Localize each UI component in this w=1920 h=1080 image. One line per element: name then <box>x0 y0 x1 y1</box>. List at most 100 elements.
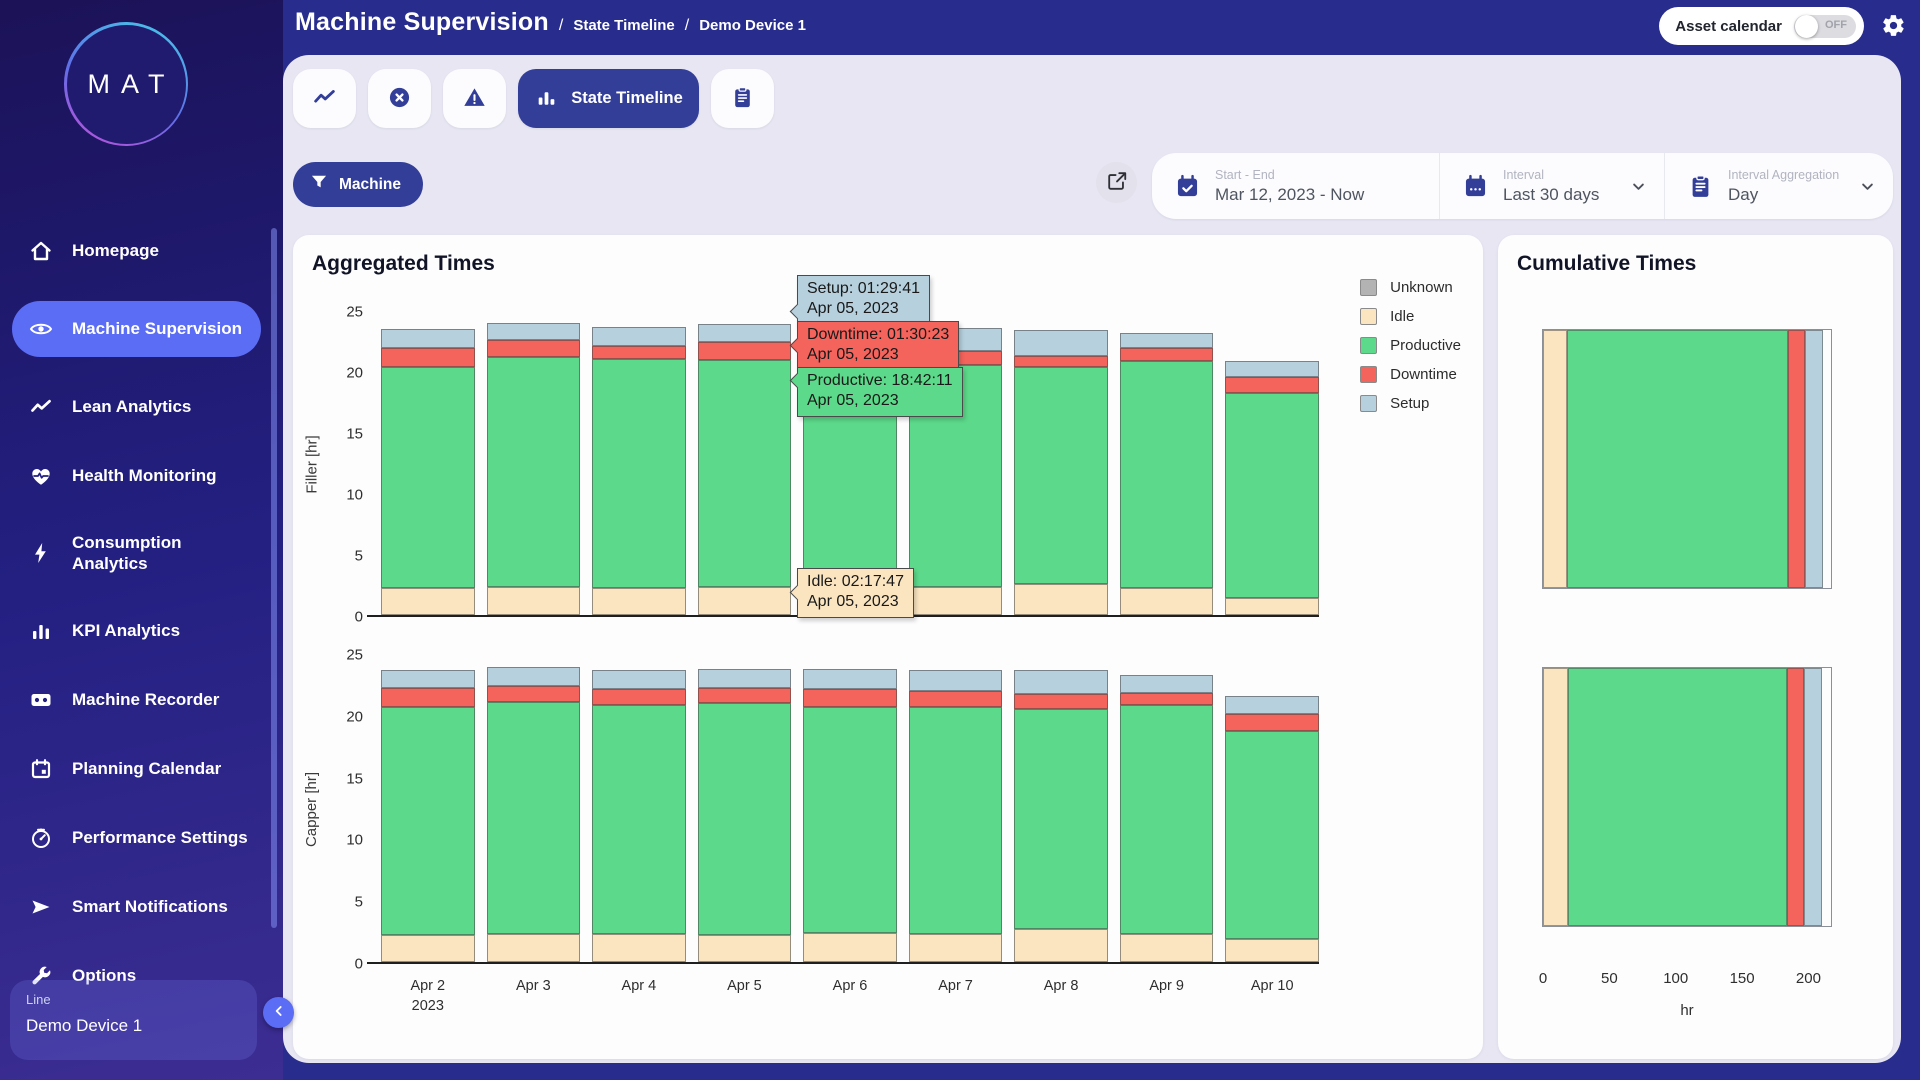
interval-label: Interval <box>1503 168 1615 182</box>
segment-idle <box>381 588 475 615</box>
segment-idle <box>1014 929 1108 962</box>
sidebar-item-label: Homepage <box>72 240 159 261</box>
interval-aggregation-control[interactable]: Interval Aggregation Day <box>1664 153 1893 219</box>
y-tick: 20 <box>346 365 363 382</box>
sidebar-item-consumption-analytics[interactable]: Consumption Analytics <box>12 526 261 581</box>
cumulative-x-axis-label: hr <box>1543 1002 1831 1019</box>
stacked-bar-apr-2[interactable] <box>381 655 475 962</box>
stacked-bar-apr-10[interactable] <box>1225 312 1319 615</box>
capper-stacked-chart <box>381 655 1319 964</box>
segment-downtime <box>592 346 686 359</box>
stacked-bar-apr-2[interactable] <box>381 312 475 615</box>
sidebar-item-label: Lean Analytics <box>72 396 191 417</box>
cumulative-bar-filler[interactable] <box>1543 330 1831 588</box>
start-end-control[interactable]: Start - End Mar 12, 2023 - Now <box>1152 153 1439 219</box>
stacked-bar-apr-5[interactable] <box>698 655 792 962</box>
legend-item-unknown[interactable]: Unknown <box>1360 279 1461 296</box>
interval-control[interactable]: Interval Last 30 days <box>1439 153 1664 219</box>
sidebar-item-label: Health Monitoring <box>72 465 216 486</box>
segment-idle <box>487 934 581 962</box>
cumulative-bar-capper[interactable] <box>1543 668 1831 926</box>
y-tick: 0 <box>355 609 363 626</box>
stacked-bar-apr-3[interactable] <box>487 655 581 962</box>
x-tick-label: Apr 10 <box>1225 977 1319 1016</box>
asset-calendar-switch[interactable]: OFF <box>1794 15 1856 38</box>
cumulative-x-axis: 050100150200 <box>1543 970 1831 990</box>
stacked-bar-apr-5[interactable] <box>698 312 792 615</box>
stacked-bar-apr-10[interactable] <box>1225 655 1319 962</box>
segment-setup <box>1225 361 1319 378</box>
export-button[interactable] <box>1096 162 1137 203</box>
tab-report[interactable] <box>711 69 774 128</box>
segment-idle <box>909 934 1003 962</box>
sidebar-item-label: Machine Recorder <box>72 689 219 710</box>
segment-downtime <box>698 688 792 703</box>
sidebar-item-label: Performance Settings <box>72 827 248 848</box>
segment-productive <box>381 707 475 935</box>
sidebar-item-health-monitoring[interactable]: Health Monitoring <box>12 457 261 495</box>
legend-item-idle[interactable]: Idle <box>1360 308 1461 325</box>
sidebar-item-smart-notifications[interactable]: Smart Notifications <box>12 888 261 926</box>
y-tick: 5 <box>355 894 363 911</box>
machine-filter-button[interactable]: Machine <box>293 162 423 207</box>
tab-errors[interactable] <box>368 69 431 128</box>
x-tick-label: Apr 7 <box>909 977 1003 1016</box>
capper-y-axis: 0510152025 <box>327 655 373 964</box>
segment-downtime <box>1120 693 1214 705</box>
asset-calendar-toggle-pill[interactable]: Asset calendar OFF <box>1659 7 1864 45</box>
stacked-bar-apr-4[interactable] <box>592 312 686 615</box>
legend-swatch <box>1360 337 1377 354</box>
main-area: Machine Supervision / State Timeline / D… <box>283 0 1920 1080</box>
stacked-bar-apr-8[interactable] <box>1014 655 1108 962</box>
selected-device-card[interactable]: Line Demo Device 1 <box>10 980 257 1060</box>
sidebar-item-lean-analytics[interactable]: Lean Analytics <box>12 388 261 426</box>
sidebar-item-performance-settings[interactable]: Performance Settings <box>12 819 261 857</box>
aggregation-value: Day <box>1728 185 1844 205</box>
tooltip-setup: Setup: 01:29:41Apr 05, 2023 <box>797 275 930 325</box>
segment-setup <box>698 669 792 689</box>
aggregated-times-card: Aggregated Times Filler [hr] 0510152025 … <box>293 235 1483 1059</box>
calendar-check-icon <box>1174 173 1201 200</box>
tab-alarms[interactable] <box>443 69 506 128</box>
tab-trend[interactable] <box>293 69 356 128</box>
tab-state-timeline[interactable]: State Timeline <box>518 69 699 128</box>
sidebar-item-homepage[interactable]: Homepage <box>12 232 261 270</box>
sidebar-collapse-button[interactable] <box>263 997 294 1028</box>
segment-idle <box>698 935 792 962</box>
segment-productive <box>1014 367 1108 584</box>
stacked-bar-apr-8[interactable] <box>1014 312 1108 615</box>
calendar-interval-icon <box>1462 173 1489 200</box>
aggregated-times-title: Aggregated Times <box>312 252 495 276</box>
aggregation-label: Interval Aggregation <box>1728 168 1844 182</box>
x-tick-label: Apr 6 <box>803 977 897 1016</box>
stacked-bar-apr-6[interactable] <box>803 655 897 962</box>
sidebar-scrollbar[interactable] <box>271 228 277 928</box>
segment-idle <box>592 588 686 615</box>
sidebar-item-planning-calendar[interactable]: Planning Calendar <box>12 750 261 788</box>
legend-item-productive[interactable]: Productive <box>1360 337 1461 354</box>
segment-setup <box>381 670 475 688</box>
segment-downtime <box>592 689 686 705</box>
segment-productive <box>487 702 581 934</box>
sidebar-item-machine-supervision[interactable]: Machine Supervision <box>12 301 261 357</box>
stacked-bar-apr-9[interactable] <box>1120 312 1214 615</box>
y-tick: 0 <box>355 956 363 973</box>
segment-setup <box>1804 668 1821 926</box>
aggregation-clipboard-icon <box>1687 173 1714 200</box>
settings-button[interactable] <box>1880 13 1906 39</box>
segment-downtime <box>1225 377 1319 393</box>
cumulative-times-title: Cumulative Times <box>1517 252 1696 276</box>
sidebar-item-machine-recorder[interactable]: Machine Recorder <box>12 681 261 719</box>
sidebar-item-kpi-analytics[interactable]: KPI Analytics <box>12 612 261 650</box>
breadcrumb-device: Demo Device 1 <box>699 17 806 34</box>
stacked-bar-apr-7[interactable] <box>909 655 1003 962</box>
y-tick: 20 <box>346 708 363 725</box>
date-controls-bar: Start - End Mar 12, 2023 - Now Interval … <box>1152 153 1893 219</box>
legend-item-setup[interactable]: Setup <box>1360 395 1461 412</box>
stacked-bar-apr-4[interactable] <box>592 655 686 962</box>
stacked-bar-apr-3[interactable] <box>487 312 581 615</box>
stacked-bar-apr-9[interactable] <box>1120 655 1214 962</box>
legend-item-downtime[interactable]: Downtime <box>1360 366 1461 383</box>
report-clipboard-icon <box>730 85 755 113</box>
y-tick: 25 <box>346 304 363 321</box>
